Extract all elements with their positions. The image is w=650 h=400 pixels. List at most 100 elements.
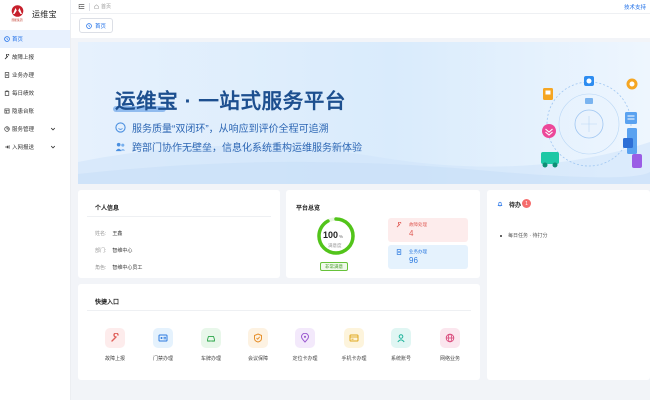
sidebar-item-home[interactable]: 首页 — [0, 30, 70, 48]
quick-entry-location-card[interactable]: 定位卡办理 — [285, 328, 325, 362]
quick-entry-access-card[interactable]: 门禁办理 — [143, 328, 183, 362]
id-card-icon — [153, 328, 173, 348]
bell-icon — [497, 201, 503, 207]
logo-subtext: 国能集团 — [11, 18, 23, 22]
app-name: 运维宝 — [32, 9, 57, 19]
document-icon — [396, 249, 402, 255]
satisfaction-label: 满意度 — [328, 243, 342, 248]
quick-entry-sim-card[interactable]: 手机卡办理 — [334, 328, 374, 362]
quick-entry-label: 会议保障 — [247, 356, 268, 362]
info-label: 角色: — [95, 265, 107, 271]
sidebar-menu: 首页 故障上报 业务办理 每日绩效 隐患台账 服务管理 入网报送 — [0, 30, 70, 156]
home-icon — [86, 22, 92, 29]
stat-label: 业务办理 — [409, 249, 427, 254]
quick-entry-label: 门禁办理 — [152, 356, 173, 362]
sidebar-item-fault-report[interactable]: 故障上报 — [0, 48, 70, 66]
breadcrumb: 首页 — [94, 3, 111, 10]
quick-entry-label: 网络业务 — [439, 356, 460, 362]
divider — [89, 2, 90, 11]
banner-title: 运维宝 · 一站式服务平台 — [115, 90, 347, 113]
chevron-down-icon[interactable] — [50, 144, 56, 150]
todo-item-text: 每日任务 · 待打分 — [508, 233, 548, 239]
support-link[interactable]: 技术支持 — [624, 3, 646, 11]
banner-feature-text: 跨部门协作无壁垒，信息化系统重构运维服务新体验 — [132, 143, 362, 154]
business-stat-card[interactable]: 业务办理 96 — [388, 245, 468, 269]
platform-illustration — [541, 76, 642, 168]
card-title: 平台总览 — [296, 206, 321, 212]
bullet-icon — [500, 234, 502, 237]
team-icon — [115, 141, 126, 152]
clipboard-icon — [3, 90, 10, 97]
sim-card-icon — [344, 328, 364, 348]
info-row-department: 部门: 智维中心 — [95, 247, 132, 254]
wrench-icon — [3, 54, 10, 61]
car-icon — [201, 328, 221, 348]
sidebar-item-network-submission[interactable]: 入网报送 — [0, 138, 70, 156]
tab-bar: 首页 — [71, 14, 650, 38]
info-label: 部门: — [95, 248, 107, 254]
info-row-name: 姓名: 王鑫 — [95, 230, 122, 237]
wrench-icon — [396, 221, 402, 228]
sidebar-item-label: 业务办理 — [12, 73, 35, 79]
shield-icon — [248, 328, 268, 348]
home-icon — [94, 4, 99, 9]
wrench-icon — [105, 328, 125, 348]
info-value: 王鑫 — [112, 231, 123, 237]
quick-entry-license-plate[interactable]: 车牌办理 — [191, 328, 231, 362]
info-value: 智维中心 — [112, 248, 133, 254]
satisfaction-badge: 非常满意 — [320, 262, 348, 271]
sidebar: 国能集团 运维宝 首页 故障上报 业务办理 每日绩效 隐患台账 服务管理 入网报… — [0, 0, 71, 400]
globe-icon — [440, 328, 460, 348]
sidebar-item-label: 每日绩效 — [12, 91, 35, 97]
satisfaction-value: 100% — [323, 230, 344, 240]
service-icon — [3, 126, 10, 133]
sidebar-item-label: 隐患台账 — [12, 109, 35, 115]
sidebar-item-hazard-ledger[interactable]: 隐患台账 — [0, 102, 70, 120]
card-title: 快捷入口 — [95, 300, 120, 306]
quick-entry-label: 定位卡办理 — [292, 356, 318, 362]
personal-info-card: 个人信息 姓名: 王鑫 部门: 智维中心 角色: 智维中心员工 — [78, 190, 280, 278]
info-row-role: 角色: 智维中心员工 — [95, 264, 142, 271]
sidebar-item-label: 入网报送 — [12, 145, 35, 151]
sidebar-item-label: 故障上报 — [12, 55, 35, 61]
smile-icon — [115, 122, 126, 133]
todo-card — [487, 190, 650, 380]
stat-label: 故障处理 — [409, 222, 427, 227]
banner-feature-text: 服务质量“双闭环”，从响应到评价全程可追溯 — [132, 124, 329, 135]
quick-entry-system-account[interactable]: 系统账号 — [381, 328, 421, 362]
card-title: 个人信息 — [95, 206, 120, 212]
sidebar-item-daily-performance[interactable]: 每日绩效 — [0, 84, 70, 102]
quick-entry-label: 车牌办理 — [200, 356, 221, 362]
tab-home[interactable]: 首页 — [79, 18, 114, 33]
breadcrumb-item[interactable]: 首页 — [101, 3, 111, 10]
banner-feature-2: 跨部门协作无壁垒，信息化系统重构运维服务新体验 — [115, 139, 362, 154]
tab-label: 首页 — [95, 23, 107, 30]
todo-title: 待办 — [509, 203, 522, 209]
fault-stat-card[interactable]: 故障处理 4 — [388, 218, 468, 242]
home-icon — [3, 36, 10, 43]
divider — [87, 310, 471, 311]
banner-feature-1: 服务质量“双闭环”，从响应到评价全程可追溯 — [115, 120, 329, 135]
divider — [87, 216, 271, 217]
top-bar: 首页 技术支持 — [71, 0, 650, 14]
quick-entry-network-service[interactable]: 网络业务 — [430, 328, 470, 362]
chevron-down-icon[interactable] — [50, 126, 56, 132]
quick-entry-label: 故障上报 — [104, 356, 125, 362]
sidebar-item-service-management[interactable]: 服务管理 — [0, 120, 70, 138]
todo-item[interactable]: 每日任务 · 待打分 — [500, 232, 547, 239]
sidebar-item-business[interactable]: 业务办理 — [0, 66, 70, 84]
stat-value: 96 — [409, 256, 418, 265]
quick-entry-label: 手机卡办理 — [341, 356, 367, 362]
user-icon — [391, 328, 411, 348]
brand[interactable]: 国能集团 运维宝 — [0, 0, 70, 28]
quick-entry-label: 系统账号 — [390, 356, 411, 362]
quick-entry-fault-report[interactable]: 故障上报 — [95, 328, 135, 362]
quick-entry-meeting-support[interactable]: 会议保障 — [238, 328, 278, 362]
location-icon — [295, 328, 315, 348]
stat-value: 4 — [409, 229, 414, 238]
document-icon — [3, 72, 10, 79]
menu-toggle-icon[interactable] — [78, 3, 85, 10]
sidebar-item-label: 服务管理 — [12, 127, 35, 133]
ledger-icon — [3, 108, 10, 115]
sidebar-item-label: 首页 — [12, 37, 24, 43]
